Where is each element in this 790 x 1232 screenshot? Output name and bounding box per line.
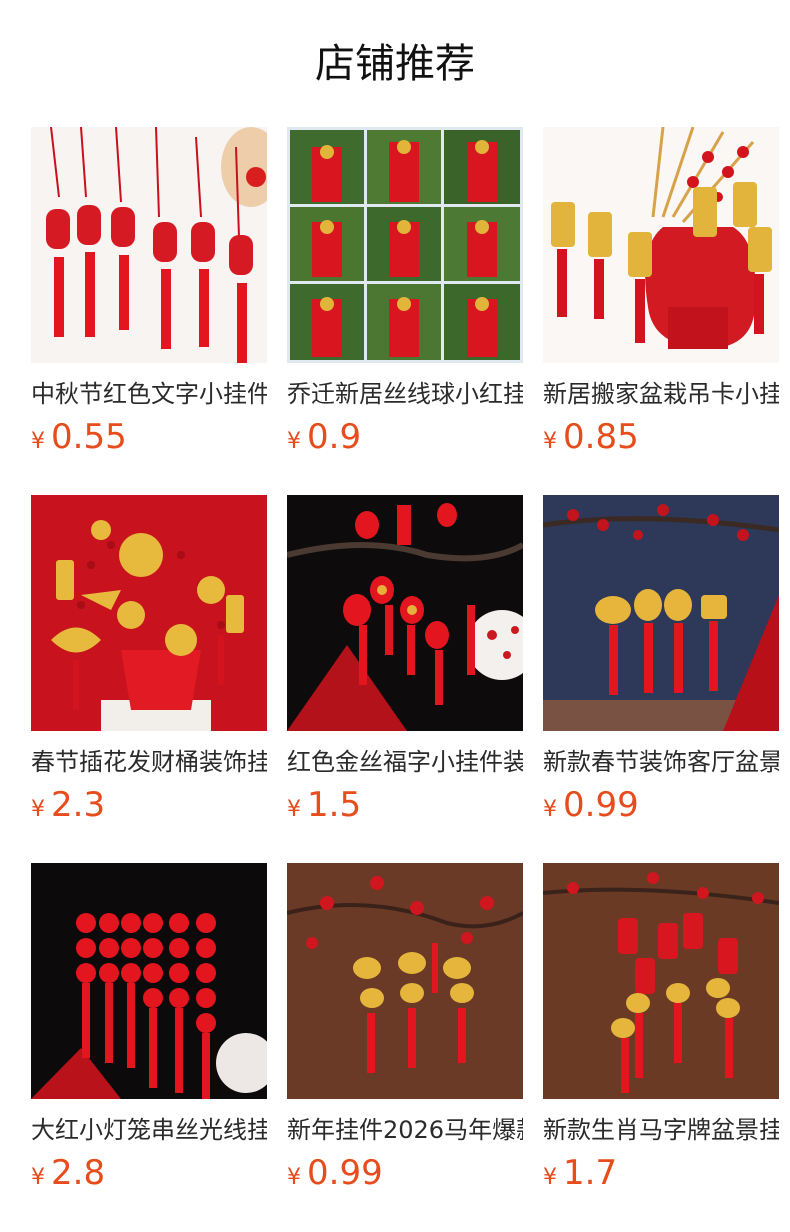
- product-price: ¥0.9: [287, 417, 523, 457]
- price-amount: 0.99: [563, 785, 639, 825]
- product-image[interactable]: [31, 863, 267, 1099]
- currency-symbol: ¥: [287, 797, 301, 822]
- price-amount: 0.85: [563, 417, 639, 457]
- product-card[interactable]: 新居搬家盆栽吊卡小挂件 ¥0.85: [543, 127, 779, 495]
- currency-symbol: ¥: [287, 429, 301, 454]
- currency-symbol: ¥: [31, 1165, 45, 1190]
- product-name[interactable]: 新款春节装饰客厅盆景挂件: [543, 745, 779, 779]
- price-amount: 1.7: [563, 1153, 618, 1193]
- product-price: ¥0.55: [31, 417, 267, 457]
- product-card[interactable]: 大红小灯笼串丝光线挂件 ¥2.8: [31, 863, 267, 1231]
- price-amount: 0.55: [51, 417, 127, 457]
- product-image[interactable]: [31, 127, 267, 363]
- currency-symbol: ¥: [287, 1165, 301, 1190]
- product-name[interactable]: 大红小灯笼串丝光线挂件: [31, 1113, 267, 1147]
- product-image[interactable]: [287, 495, 523, 731]
- product-price: ¥0.85: [543, 417, 779, 457]
- price-amount: 2.8: [51, 1153, 106, 1193]
- price-amount: 0.9: [307, 417, 362, 457]
- product-price: ¥1.5: [287, 785, 523, 825]
- product-card[interactable]: 乔迁新居丝线球小红挂件 ¥0.9: [287, 127, 523, 495]
- currency-symbol: ¥: [31, 429, 45, 454]
- product-name[interactable]: 乔迁新居丝线球小红挂件: [287, 377, 523, 411]
- product-name[interactable]: 新款生肖马字牌盆景挂件: [543, 1113, 779, 1147]
- product-card[interactable]: 红色金丝福字小挂件装饰 ¥1.5: [287, 495, 523, 863]
- product-grid: 中秋节红色文字小挂件 ¥0.55 乔迁新居丝线球小红挂 ¥ 0.9 新居搬家盆栽…: [31, 127, 790, 1231]
- currency-symbol: ¥: [543, 429, 557, 454]
- product-name[interactable]: 新居搬家盆栽吊卡小挂件: [543, 377, 779, 411]
- price-amount: 0.99: [307, 1153, 383, 1193]
- page-title: 店铺推荐: [315, 41, 475, 87]
- currency-symbol: ¥: [543, 1165, 557, 1190]
- product-name[interactable]: 新年挂件2026马年爆款挂饰: [287, 1113, 523, 1147]
- currency-symbol: ¥: [543, 797, 557, 822]
- product-card[interactable]: 新款春节装饰客厅盆景挂件 ¥0.99: [543, 495, 779, 863]
- product-image[interactable]: [287, 863, 523, 1099]
- price-amount: 1.5: [307, 785, 362, 825]
- product-name[interactable]: 中秋节红色文字小挂件: [31, 377, 267, 411]
- product-image[interactable]: [543, 863, 779, 1099]
- product-image[interactable]: [543, 127, 779, 363]
- product-image[interactable]: [287, 127, 523, 363]
- product-card[interactable]: 春节插花发财桶装饰挂件 ¥2.3: [31, 495, 267, 863]
- product-price: ¥2.8: [31, 1153, 267, 1193]
- product-name[interactable]: 春节插花发财桶装饰挂件: [31, 745, 267, 779]
- product-price: ¥0.99: [543, 785, 779, 825]
- product-name[interactable]: 红色金丝福字小挂件装饰: [287, 745, 523, 779]
- product-price: ¥1.7: [543, 1153, 779, 1193]
- product-price: ¥2.3: [31, 785, 267, 825]
- price-amount: 2.3: [51, 785, 106, 825]
- product-price: ¥0.99: [287, 1153, 523, 1193]
- product-card[interactable]: 新款生肖马字牌盆景挂件 ¥1.7: [543, 863, 779, 1231]
- currency-symbol: ¥: [31, 797, 45, 822]
- product-card[interactable]: 新年挂件2026马年爆款挂饰 ¥0.99: [287, 863, 523, 1231]
- product-image[interactable]: [543, 495, 779, 731]
- product-card[interactable]: 中秋节红色文字小挂件 ¥0.55: [31, 127, 267, 495]
- product-image[interactable]: [31, 495, 267, 731]
